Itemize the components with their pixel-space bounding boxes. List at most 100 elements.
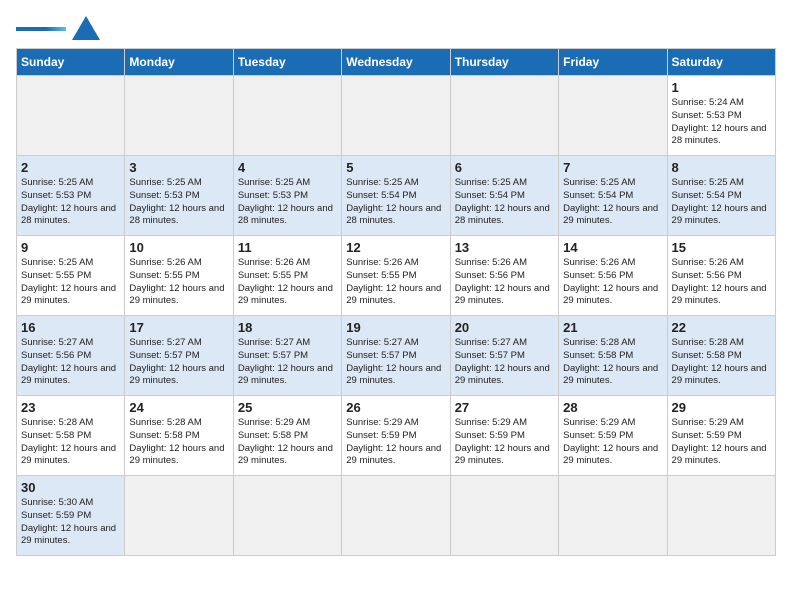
calendar-cell: 3 Sunrise: 5:25 AMSunset: 5:53 PMDaylight… <box>125 156 233 236</box>
day-number: 15 <box>672 240 771 255</box>
cell-sun-info: Sunrise: 5:27 AMSunset: 5:57 PMDaylight:… <box>238 337 337 388</box>
cell-sun-info: Sunrise: 5:30 AMSunset: 5:59 PMDaylight:… <box>21 497 120 548</box>
cell-sun-info: Sunrise: 5:25 AMSunset: 5:53 PMDaylight:… <box>238 177 337 228</box>
calendar-cell <box>450 476 558 556</box>
cell-sun-info: Sunrise: 5:27 AMSunset: 5:57 PMDaylight:… <box>129 337 228 388</box>
day-number: 11 <box>238 240 337 255</box>
calendar-week-row: 16Sunrise: 5:27 AMSunset: 5:56 PMDayligh… <box>17 316 776 396</box>
calendar-cell <box>342 476 450 556</box>
day-number: 14 <box>563 240 662 255</box>
calendar-cell <box>233 76 341 156</box>
cell-sun-info: Sunrise: 5:26 AMSunset: 5:56 PMDaylight:… <box>563 257 662 308</box>
cell-sun-info: Sunrise: 5:26 AMSunset: 5:56 PMDaylight:… <box>455 257 554 308</box>
weekday-header-monday: Monday <box>125 49 233 76</box>
cell-sun-info: Sunrise: 5:26 AMSunset: 5:55 PMDaylight:… <box>238 257 337 308</box>
calendar-cell: 11 Sunrise: 5:26 AMSunset: 5:55 PMDayligh… <box>233 236 341 316</box>
day-number: 17 <box>129 320 228 335</box>
calendar-cell <box>667 476 775 556</box>
cell-sun-info: Sunrise: 5:25 AMSunset: 5:53 PMDaylight:… <box>21 177 120 228</box>
calendar-cell: 30 Sunrise: 5:30 AMSunset: 5:59 PMDayligh… <box>17 476 125 556</box>
calendar-cell <box>125 76 233 156</box>
calendar-cell: 21 Sunrise: 5:28 AMSunset: 5:58 PMDayligh… <box>559 316 667 396</box>
cell-sun-info: Sunrise: 5:25 AMSunset: 5:54 PMDaylight:… <box>563 177 662 228</box>
day-number: 21 <box>563 320 662 335</box>
calendar-cell: 25 Sunrise: 5:29 AMSunset: 5:58 PMDayligh… <box>233 396 341 476</box>
day-number: 4 <box>238 160 337 175</box>
calendar-cell: 24Sunrise: 5:28 AMSunset: 5:58 PMDayligh… <box>125 396 233 476</box>
day-number: 10 <box>129 240 228 255</box>
logo-triangle-icon <box>72 16 100 40</box>
calendar-cell: 4 Sunrise: 5:25 AMSunset: 5:53 PMDaylight… <box>233 156 341 236</box>
weekday-header-thursday: Thursday <box>450 49 558 76</box>
page-header <box>16 16 776 40</box>
calendar-cell <box>233 476 341 556</box>
cell-sun-info: Sunrise: 5:27 AMSunset: 5:57 PMDaylight:… <box>455 337 554 388</box>
calendar-cell <box>450 76 558 156</box>
day-number: 1 <box>672 80 771 95</box>
day-number: 6 <box>455 160 554 175</box>
day-number: 16 <box>21 320 120 335</box>
calendar-cell: 17 Sunrise: 5:27 AMSunset: 5:57 PMDayligh… <box>125 316 233 396</box>
cell-sun-info: Sunrise: 5:26 AMSunset: 5:55 PMDaylight:… <box>346 257 445 308</box>
day-number: 29 <box>672 400 771 415</box>
calendar-cell: 6 Sunrise: 5:25 AMSunset: 5:54 PMDaylight… <box>450 156 558 236</box>
cell-sun-info: Sunrise: 5:29 AMSunset: 5:59 PMDaylight:… <box>672 417 771 468</box>
cell-sun-info: Sunrise: 5:29 AMSunset: 5:59 PMDaylight:… <box>346 417 445 468</box>
day-number: 3 <box>129 160 228 175</box>
day-number: 20 <box>455 320 554 335</box>
cell-sun-info: Sunrise: 5:27 AMSunset: 5:57 PMDaylight:… <box>346 337 445 388</box>
calendar-cell: 2 Sunrise: 5:25 AMSunset: 5:53 PMDaylight… <box>17 156 125 236</box>
calendar-cell <box>342 76 450 156</box>
cell-sun-info: Sunrise: 5:25 AMSunset: 5:54 PMDaylight:… <box>672 177 771 228</box>
calendar-cell: 5 Sunrise: 5:25 AMSunset: 5:54 PMDaylight… <box>342 156 450 236</box>
cell-sun-info: Sunrise: 5:28 AMSunset: 5:58 PMDaylight:… <box>563 337 662 388</box>
cell-sun-info: Sunrise: 5:29 AMSunset: 5:59 PMDaylight:… <box>455 417 554 468</box>
day-number: 22 <box>672 320 771 335</box>
calendar-cell: 27Sunrise: 5:29 AMSunset: 5:59 PMDayligh… <box>450 396 558 476</box>
logo <box>16 16 100 40</box>
weekday-header-saturday: Saturday <box>667 49 775 76</box>
calendar-week-row: 9Sunrise: 5:25 AMSunset: 5:55 PMDaylight… <box>17 236 776 316</box>
calendar-cell: 7 Sunrise: 5:25 AMSunset: 5:54 PMDaylight… <box>559 156 667 236</box>
weekday-header-friday: Friday <box>559 49 667 76</box>
calendar-week-row: 23 Sunrise: 5:28 AMSunset: 5:58 PMDayligh… <box>17 396 776 476</box>
cell-sun-info: Sunrise: 5:28 AMSunset: 5:58 PMDaylight:… <box>21 417 120 468</box>
day-number: 30 <box>21 480 120 495</box>
calendar-week-row: 30 Sunrise: 5:30 AMSunset: 5:59 PMDayligh… <box>17 476 776 556</box>
day-number: 8 <box>672 160 771 175</box>
calendar-cell <box>17 76 125 156</box>
weekday-header-sunday: Sunday <box>17 49 125 76</box>
calendar-cell: 22Sunrise: 5:28 AMSunset: 5:58 PMDayligh… <box>667 316 775 396</box>
cell-sun-info: Sunrise: 5:26 AMSunset: 5:56 PMDaylight:… <box>672 257 771 308</box>
calendar-week-row: 2 Sunrise: 5:25 AMSunset: 5:53 PMDaylight… <box>17 156 776 236</box>
weekday-header-tuesday: Tuesday <box>233 49 341 76</box>
cell-sun-info: Sunrise: 5:25 AMSunset: 5:53 PMDaylight:… <box>129 177 228 228</box>
calendar-cell: 23 Sunrise: 5:28 AMSunset: 5:58 PMDayligh… <box>17 396 125 476</box>
cell-sun-info: Sunrise: 5:25 AMSunset: 5:54 PMDaylight:… <box>455 177 554 228</box>
calendar-cell: 1 Sunrise: 5:24 AMSunset: 5:53 PMDaylight… <box>667 76 775 156</box>
calendar-cell: 9Sunrise: 5:25 AMSunset: 5:55 PMDaylight… <box>17 236 125 316</box>
weekday-header-wednesday: Wednesday <box>342 49 450 76</box>
calendar-cell: 15 Sunrise: 5:26 AMSunset: 5:56 PMDayligh… <box>667 236 775 316</box>
calendar-cell: 20 Sunrise: 5:27 AMSunset: 5:57 PMDayligh… <box>450 316 558 396</box>
calendar-cell: 29 Sunrise: 5:29 AMSunset: 5:59 PMDayligh… <box>667 396 775 476</box>
cell-sun-info: Sunrise: 5:24 AMSunset: 5:53 PMDaylight:… <box>672 97 771 148</box>
day-number: 25 <box>238 400 337 415</box>
day-number: 23 <box>21 400 120 415</box>
day-number: 5 <box>346 160 445 175</box>
day-number: 12 <box>346 240 445 255</box>
cell-sun-info: Sunrise: 5:25 AMSunset: 5:55 PMDaylight:… <box>21 257 120 308</box>
calendar-week-row: 1 Sunrise: 5:24 AMSunset: 5:53 PMDaylight… <box>17 76 776 156</box>
calendar-cell: 18Sunrise: 5:27 AMSunset: 5:57 PMDayligh… <box>233 316 341 396</box>
cell-sun-info: Sunrise: 5:25 AMSunset: 5:54 PMDaylight:… <box>346 177 445 228</box>
calendar-cell: 26 Sunrise: 5:29 AMSunset: 5:59 PMDayligh… <box>342 396 450 476</box>
cell-sun-info: Sunrise: 5:29 AMSunset: 5:58 PMDaylight:… <box>238 417 337 468</box>
calendar-cell: 19 Sunrise: 5:27 AMSunset: 5:57 PMDayligh… <box>342 316 450 396</box>
cell-sun-info: Sunrise: 5:28 AMSunset: 5:58 PMDaylight:… <box>129 417 228 468</box>
cell-sun-info: Sunrise: 5:29 AMSunset: 5:59 PMDaylight:… <box>563 417 662 468</box>
day-number: 26 <box>346 400 445 415</box>
day-number: 19 <box>346 320 445 335</box>
day-number: 2 <box>21 160 120 175</box>
day-number: 13 <box>455 240 554 255</box>
day-number: 7 <box>563 160 662 175</box>
